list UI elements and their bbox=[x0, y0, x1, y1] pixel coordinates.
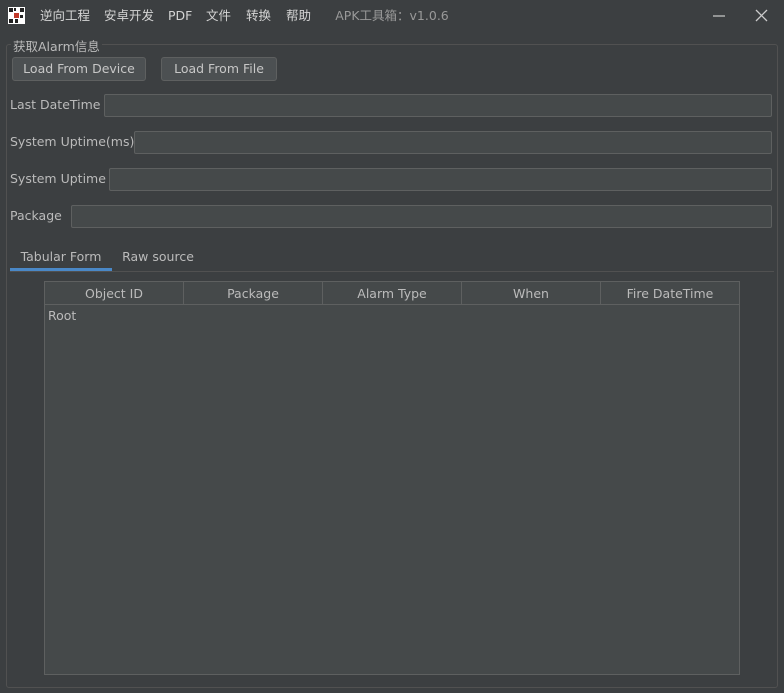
load-from-file-button[interactable]: Load From File bbox=[161, 57, 277, 81]
column-alarm-type[interactable]: Alarm Type bbox=[323, 282, 462, 304]
package-field[interactable] bbox=[71, 205, 772, 228]
column-object-id[interactable]: Object ID bbox=[45, 282, 184, 304]
column-when[interactable]: When bbox=[462, 282, 601, 304]
window-title: APK工具箱：v1.0.6 bbox=[335, 8, 449, 23]
system-uptime-ms-field[interactable] bbox=[134, 131, 772, 154]
tab-raw-source[interactable]: Raw source bbox=[114, 245, 202, 271]
alarm-table[interactable]: Object ID Package Alarm Type When Fire D… bbox=[44, 281, 740, 675]
minimize-icon[interactable] bbox=[706, 4, 732, 28]
title-bar: 逆向工程 安卓开发 PDF 文件 转换 帮助 APK工具箱：v1.0.6 bbox=[0, 0, 784, 32]
last-datetime-field[interactable] bbox=[104, 94, 772, 117]
tab-divider bbox=[10, 271, 774, 272]
system-uptime-ms-label: System Uptime(ms) bbox=[10, 134, 135, 149]
table-header: Object ID Package Alarm Type When Fire D… bbox=[45, 282, 739, 305]
group-title: 获取Alarm信息 bbox=[11, 36, 102, 55]
system-uptime-label: System Uptime bbox=[10, 171, 106, 186]
tab-tabular-form[interactable]: Tabular Form bbox=[10, 245, 112, 271]
column-package[interactable]: Package bbox=[184, 282, 323, 304]
close-icon[interactable] bbox=[748, 4, 774, 28]
column-fire-datetime[interactable]: Fire DateTime bbox=[601, 282, 739, 304]
system-uptime-field[interactable] bbox=[109, 168, 772, 191]
tree-root-node[interactable]: Root bbox=[48, 308, 76, 323]
package-label: Package bbox=[10, 208, 62, 223]
load-from-device-button[interactable]: Load From Device bbox=[12, 57, 146, 81]
last-datetime-label: Last DateTime bbox=[10, 97, 101, 112]
